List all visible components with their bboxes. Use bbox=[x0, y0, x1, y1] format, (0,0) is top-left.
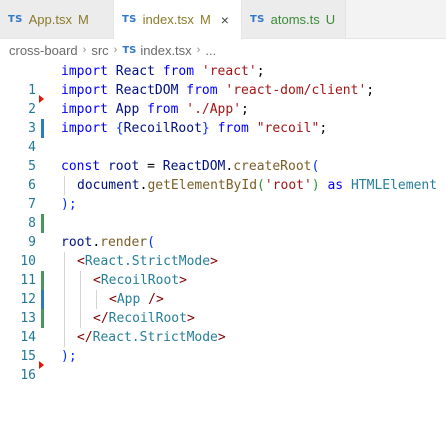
code-line: 9 bbox=[0, 214, 446, 250]
git-status-badge: U bbox=[325, 11, 336, 27]
close-icon[interactable]: × bbox=[221, 12, 229, 28]
code-editor[interactable]: 1 import React from 'react'; 2 import Re… bbox=[0, 62, 446, 383]
git-status-badge: M bbox=[77, 11, 89, 27]
tab-atoms-ts[interactable]: TS atoms.ts U bbox=[242, 0, 346, 38]
indent-guide bbox=[80, 290, 81, 309]
git-deleted-marker[interactable] bbox=[39, 361, 44, 369]
git-modified-marker[interactable] bbox=[41, 290, 44, 309]
code-line: 8 ); bbox=[0, 195, 446, 231]
code-line: 6 const root = ReactDOM.createRoot( bbox=[0, 157, 446, 193]
indent-guide bbox=[80, 271, 81, 290]
chevron-right-icon: › bbox=[82, 44, 87, 56]
tab-label: App.tsx bbox=[28, 11, 72, 27]
breadcrumb-item-file[interactable]: index.tsx bbox=[140, 43, 191, 58]
code-line: 7 document.getElementById('root') as HTM… bbox=[0, 176, 446, 212]
code-line: 16 ); bbox=[0, 347, 446, 383]
indent-guide bbox=[64, 290, 65, 309]
git-status-badge: M bbox=[199, 12, 211, 27]
breadcrumb-symbols[interactable]: ... bbox=[205, 43, 216, 58]
code-line: 2 import ReactDOM from 'react-dom/client… bbox=[0, 81, 446, 117]
code-line: 14 </RecoilRoot> bbox=[0, 309, 446, 345]
typescript-file-icon: TS bbox=[122, 14, 137, 25]
indent-guide bbox=[64, 252, 65, 271]
tab-label: index.tsx bbox=[142, 12, 194, 27]
code-line: 5 bbox=[0, 138, 446, 174]
indent-guide bbox=[64, 176, 65, 195]
indent-guide bbox=[96, 290, 97, 309]
indent-guide bbox=[64, 309, 65, 328]
line-number: 16 bbox=[20, 368, 36, 383]
breadcrumb: cross-board › src › TS index.tsx › ... bbox=[0, 39, 446, 61]
git-added-marker[interactable] bbox=[41, 309, 44, 328]
code-line: 3 import App from './App'; bbox=[0, 100, 446, 136]
code-line: 12 <RecoilRoot> bbox=[0, 271, 446, 307]
git-added-marker[interactable] bbox=[41, 271, 44, 290]
code-line: 11 <React.StrictMode> bbox=[0, 252, 446, 288]
indent-guide bbox=[64, 328, 65, 347]
indent-guide bbox=[80, 309, 81, 328]
tab-index-tsx[interactable]: TS index.tsx M × bbox=[114, 0, 242, 39]
code-line: 15 </React.StrictMode> bbox=[0, 328, 446, 364]
breadcrumb-item-src[interactable]: src bbox=[91, 43, 108, 58]
chevron-right-icon: › bbox=[113, 44, 118, 56]
code-line: 4 import {RecoilRoot} from "recoil"; bbox=[0, 119, 446, 155]
code-line: 1 import React from 'react'; bbox=[0, 62, 446, 98]
typescript-file-icon: TS bbox=[8, 13, 23, 25]
typescript-file-icon: TS bbox=[122, 44, 137, 56]
breadcrumb-item-cross-board[interactable]: cross-board bbox=[9, 43, 78, 58]
code-line: 13 <App /> bbox=[0, 290, 446, 326]
typescript-file-icon: TS bbox=[250, 13, 265, 25]
tab-app-tsx[interactable]: TS App.tsx M bbox=[0, 0, 114, 38]
git-modified-marker[interactable] bbox=[41, 119, 44, 138]
chevron-right-icon: › bbox=[196, 44, 201, 56]
tab-label: atoms.ts bbox=[270, 11, 320, 27]
code-line: 10 root.render( bbox=[0, 233, 446, 269]
indent-guide bbox=[64, 271, 65, 290]
git-added-marker[interactable] bbox=[41, 214, 44, 233]
editor-tab-bar: TS App.tsx M TS index.tsx M × TS atoms.t… bbox=[0, 0, 446, 39]
